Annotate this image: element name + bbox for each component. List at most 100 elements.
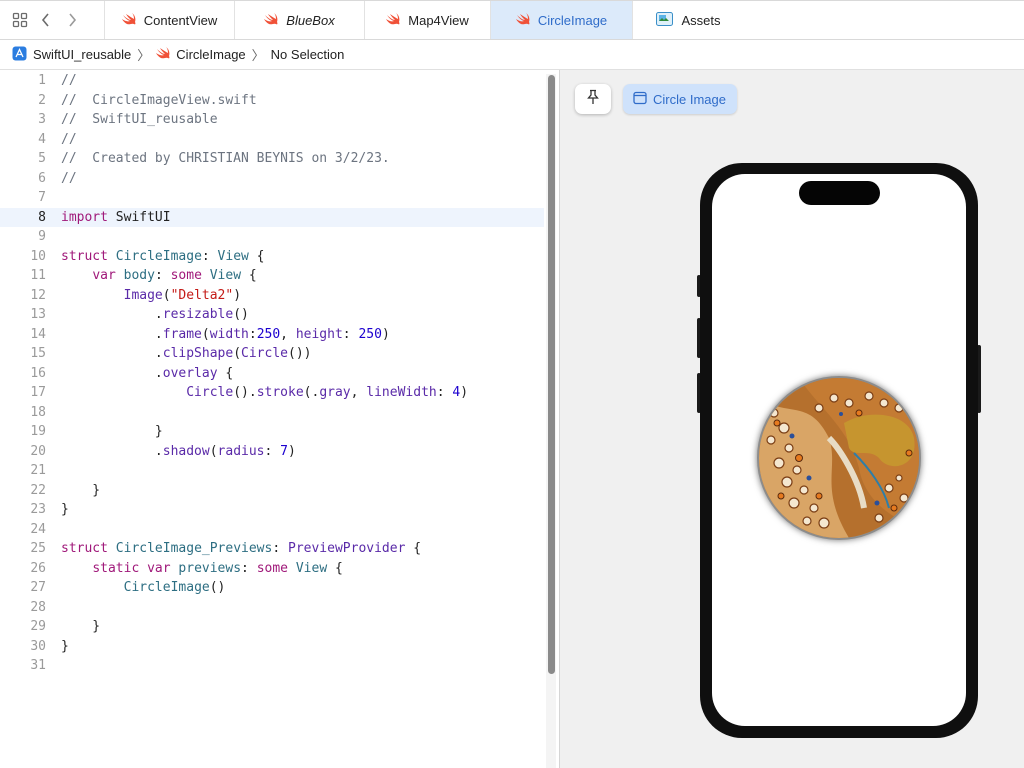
- code-text: .clipShape(Circle()): [61, 344, 312, 364]
- line-number: 16: [30, 365, 46, 381]
- code-line[interactable]: 1 //: [0, 71, 544, 91]
- code-token: var: [92, 268, 116, 283]
- code-text: // CircleImageView.swift: [61, 91, 257, 111]
- pin-icon: [586, 89, 600, 110]
- code-token: (: [162, 287, 171, 303]
- back-icon[interactable]: [36, 10, 56, 30]
- tab-label: BlueBox: [286, 12, 335, 28]
- code-token: }: [61, 424, 163, 439]
- code-token: :: [342, 326, 359, 342]
- code-token: View: [209, 268, 242, 283]
- code-line[interactable]: 5 // Created by CHRISTIAN BEYNIS on 3/2/2…: [0, 149, 544, 169]
- code-token: (.: [303, 385, 320, 400]
- pin-preview-button[interactable]: [575, 84, 611, 114]
- breadcrumb-project-label: SwiftUI_reusable: [33, 47, 132, 62]
- delta2-artwork-image: [759, 378, 919, 538]
- code-token: radius: [217, 443, 265, 459]
- code-token: //: [61, 170, 77, 186]
- line-number: 10: [30, 248, 46, 264]
- code-line[interactable]: 26 static var previews: some View {: [0, 559, 544, 579]
- tab-assets[interactable]: Assets: [632, 1, 744, 39]
- line-number: 26: [30, 560, 46, 576]
- code-line[interactable]: 30}: [0, 637, 544, 657]
- circle-image[interactable]: [757, 376, 921, 540]
- code-token: overlay: [162, 365, 218, 381]
- code-line[interactable]: 4 //: [0, 130, 544, 150]
- code-line[interactable]: 23}: [0, 500, 544, 520]
- code-line[interactable]: 6 //: [0, 169, 544, 189]
- code-token: lineWidth: [366, 385, 437, 400]
- code-token: View: [217, 248, 249, 264]
- code-line[interactable]: 9: [0, 227, 544, 247]
- code-token: CircleImage_Previews: [115, 541, 273, 556]
- grid-icon[interactable]: [10, 10, 30, 30]
- forward-icon[interactable]: [62, 10, 82, 30]
- code-token: :: [248, 326, 257, 342]
- code-line[interactable]: 10 struct CircleImage: View {: [0, 247, 544, 267]
- swift-icon: [156, 47, 170, 62]
- code-text: .overlay {: [61, 364, 233, 384]
- source-editor[interactable]: 1 // 2 // CircleImageView.swift 3 // SwiftUI_…: [0, 70, 544, 768]
- code-line[interactable]: 20 .shadow(radius: 7): [0, 442, 544, 462]
- code-token: }: [61, 482, 101, 498]
- code-text: //: [61, 71, 77, 91]
- code-line[interactable]: 15 .clipShape(Circle()): [0, 344, 544, 364]
- tab-contentview[interactable]: ContentView: [104, 1, 234, 39]
- code-token: (): [209, 580, 226, 595]
- code-token: }: [61, 502, 69, 517]
- line-number: 14: [30, 326, 46, 342]
- code-line[interactable]: 28: [0, 598, 544, 618]
- code-line[interactable]: 29 }: [0, 617, 544, 637]
- line-number: 15: [30, 346, 46, 361]
- breadcrumb-project[interactable]: SwiftUI_reusable: [12, 46, 131, 64]
- code-line[interactable]: 3 // SwiftUI_reusable: [0, 110, 544, 130]
- code-line[interactable]: 16 .overlay {: [0, 364, 544, 384]
- code-line[interactable]: 8 import SwiftUI: [0, 207, 544, 228]
- code-token: import: [61, 209, 108, 225]
- breadcrumb-file[interactable]: CircleImage: [156, 47, 246, 62]
- code-token: :: [436, 385, 453, 400]
- tab-bluebox[interactable]: BlueBox: [234, 1, 364, 39]
- code-line[interactable]: 7: [0, 188, 544, 208]
- code-text: import SwiftUI: [61, 208, 171, 228]
- code-text: }: [61, 481, 100, 501]
- code-token: 250: [358, 326, 382, 342]
- code-line[interactable]: 22 }: [0, 481, 544, 501]
- code-token: :: [272, 541, 288, 556]
- tab-circleimage[interactable]: CircleImage: [490, 1, 632, 39]
- code-line[interactable]: 17 Circle().stroke(.gray, lineWidth: 4): [0, 383, 544, 403]
- code-token: previews: [178, 560, 242, 576]
- code-token: .: [61, 307, 163, 322]
- code-line[interactable]: 24: [0, 520, 544, 540]
- code-line[interactable]: 21: [0, 461, 544, 481]
- code-text: CircleImage(): [61, 578, 226, 598]
- code-line[interactable]: 18: [0, 403, 544, 423]
- code-token: 7: [280, 443, 288, 459]
- code-token: ): [460, 385, 469, 400]
- line-number: 4: [38, 131, 46, 147]
- editor-scrollbar-thumb[interactable]: [548, 75, 555, 674]
- code-line[interactable]: 13 .resizable(): [0, 305, 544, 325]
- code-line[interactable]: 25 struct CircleImage_Previews: PreviewPr…: [0, 539, 544, 559]
- app-project-icon: [12, 46, 27, 64]
- breadcrumb-selection[interactable]: No Selection: [271, 47, 345, 62]
- code-line[interactable]: 2 // CircleImageView.swift: [0, 91, 544, 111]
- circle-image-preview-button[interactable]: Circle Image: [623, 84, 737, 114]
- code-line[interactable]: 11 var body: some View {: [0, 266, 544, 286]
- code-line[interactable]: 12 Image("Delta2"): [0, 286, 544, 306]
- code-text: struct CircleImage: View {: [61, 247, 265, 267]
- code-token: struct: [61, 248, 108, 264]
- line-number: 24: [30, 521, 46, 537]
- swift-icon: [121, 12, 136, 28]
- code-line[interactable]: 31: [0, 656, 544, 676]
- line-number: 21: [30, 463, 46, 478]
- code-line[interactable]: 19 }: [0, 422, 544, 442]
- code-line[interactable]: 14 .frame(width:250, height: 250): [0, 325, 544, 345]
- tab-map4view[interactable]: Map4View: [364, 1, 490, 39]
- code-line[interactable]: 27 CircleImage(): [0, 578, 544, 598]
- code-text: Circle().stroke(.gray, lineWidth: 4): [61, 383, 468, 403]
